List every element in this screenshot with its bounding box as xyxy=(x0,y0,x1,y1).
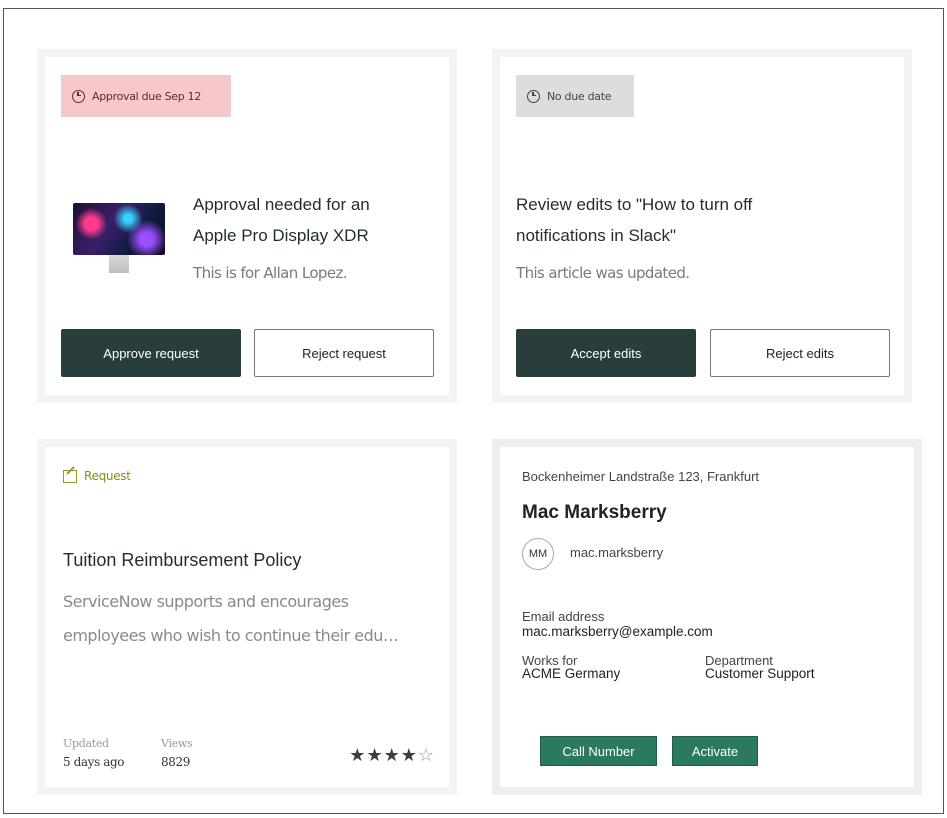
article-title: Tuition Reimbursement Policy xyxy=(63,550,302,570)
accept-edits-button[interactable]: Accept edits xyxy=(516,329,696,377)
due-date-label: Approval due Sep 12 xyxy=(92,89,202,103)
review-title-line1: Review edits to "How to turn off xyxy=(516,195,753,214)
department-value: Customer Support xyxy=(705,666,815,681)
works-for-value: ACME Germany xyxy=(522,666,621,681)
star-filled-icon: ★ xyxy=(383,745,401,765)
call-number-button[interactable]: Call Number xyxy=(540,736,657,766)
article-description: ServiceNow supports and encourages emplo… xyxy=(63,585,448,653)
approval-title-line1: Approval needed for an xyxy=(193,195,370,214)
reject-request-button[interactable]: Reject request xyxy=(254,329,434,377)
updated-label: Updated xyxy=(63,737,109,750)
approval-subtitle: This is for Allan Lopez. xyxy=(193,264,347,282)
request-tag: Request xyxy=(63,469,131,483)
no-due-date-label: No due date xyxy=(547,89,612,103)
rating-stars: ★★★★☆ xyxy=(349,745,435,766)
review-card[interactable]: No due date Review edits to "How to turn… xyxy=(492,49,912,403)
request-tag-label: Request xyxy=(84,469,131,483)
email-label: Email address xyxy=(522,609,605,624)
contact-name: Mac Marksberry xyxy=(522,502,667,523)
views-label: Views xyxy=(161,737,193,750)
star-filled-icon: ★ xyxy=(400,745,418,765)
contact-card[interactable]: Bockenheimer Landstraße 123, Frankfurt M… xyxy=(492,439,922,795)
approval-title-line2: Apple Pro Display XDR xyxy=(193,226,369,245)
article-description-line2: employees who wish to continue their edu… xyxy=(63,626,399,645)
due-date-badge: Approval due Sep 12 xyxy=(61,75,231,117)
contact-username: mac.marksberry xyxy=(570,545,664,560)
review-subtitle: This article was updated. xyxy=(516,264,690,282)
reject-edits-button[interactable]: Reject edits xyxy=(710,329,890,377)
clock-icon xyxy=(72,89,85,103)
edit-icon xyxy=(63,469,77,483)
no-due-date-badge: No due date xyxy=(516,75,634,117)
clock-icon xyxy=(527,89,540,103)
star-empty-icon: ☆ xyxy=(417,745,435,765)
approval-card[interactable]: Approval due Sep 12 Approval needed for … xyxy=(37,49,457,403)
review-title-line2: notifications in Slack" xyxy=(516,226,677,245)
article-description-line1: ServiceNow supports and encourages xyxy=(63,592,349,611)
article-card[interactable]: Request Tuition Reimbursement Policy Ser… xyxy=(37,439,457,795)
product-image xyxy=(73,195,171,283)
avatar: MM xyxy=(522,538,554,570)
views-value: 8829 xyxy=(161,755,190,769)
star-filled-icon: ★ xyxy=(366,745,384,765)
updated-value: 5 days ago xyxy=(63,755,125,769)
star-filled-icon: ★ xyxy=(349,745,367,765)
activate-button[interactable]: Activate xyxy=(672,736,758,766)
approve-request-button[interactable]: Approve request xyxy=(61,329,241,377)
email-value[interactable]: mac.marksberry@example.com xyxy=(522,624,713,639)
contact-address: Bockenheimer Landstraße 123, Frankfurt xyxy=(522,469,760,484)
